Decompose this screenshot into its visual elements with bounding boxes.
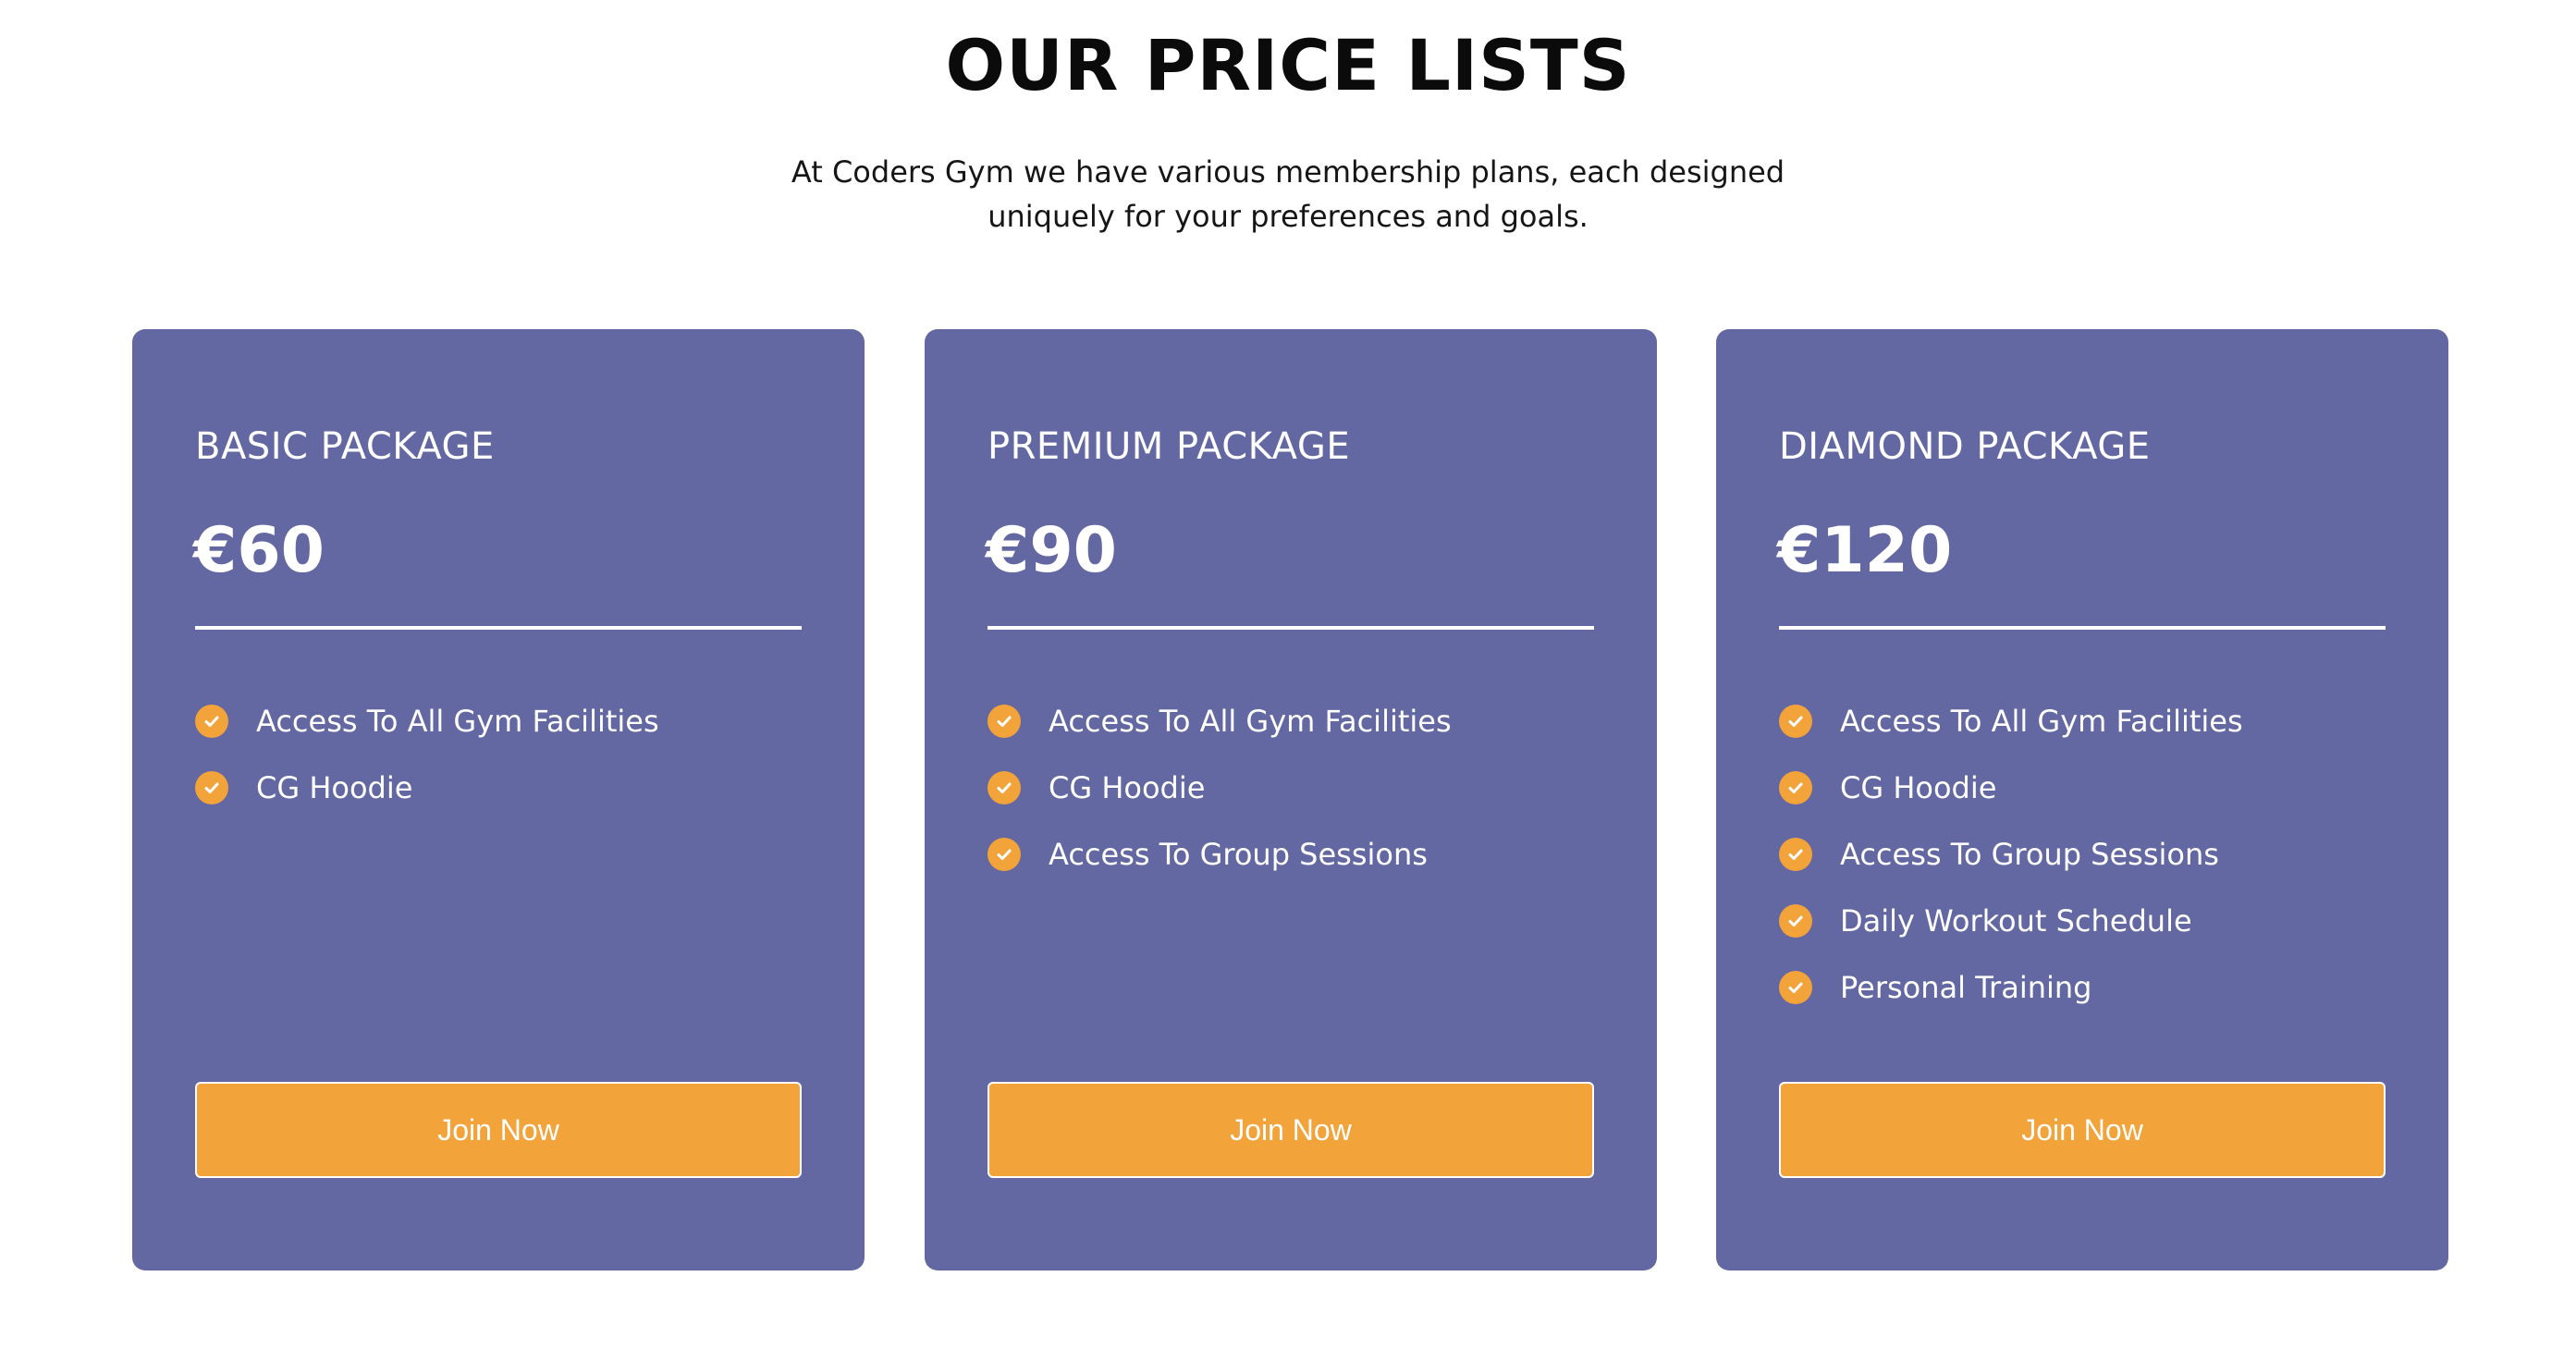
section-subtitle: At Coders Gym we have various membership…: [791, 154, 1785, 234]
feature-item: Daily Workout Schedule: [1779, 888, 2243, 954]
join-now-button[interactable]: Join Now: [1779, 1082, 2386, 1178]
feature-item: Access To All Gym Facilities: [1779, 688, 2243, 755]
check-circle-icon: [195, 771, 228, 804]
feature-item: CG Hoodie: [195, 755, 659, 821]
check-circle-icon: [987, 771, 1021, 804]
feature-list: Access To All Gym Facilities CG Hoodie: [195, 688, 659, 821]
feature-label: Access To Group Sessions: [1840, 837, 2219, 872]
feature-label: Access To All Gym Facilities: [1840, 704, 2243, 739]
package-name: DIAMOND PACKAGE: [1779, 425, 2151, 468]
check-circle-icon: [1779, 771, 1812, 804]
package-name: PREMIUM PACKAGE: [987, 425, 1351, 468]
package-name: BASIC PACKAGE: [195, 425, 495, 468]
feature-label: Access To All Gym Facilities: [256, 704, 659, 739]
join-now-button[interactable]: Join Now: [987, 1082, 1594, 1178]
feature-item: Access To Group Sessions: [987, 821, 1452, 888]
check-circle-icon: [1779, 971, 1812, 1004]
package-price: €120: [1777, 514, 1953, 587]
pricing-section: OUR PRICE LISTS At Coders Gym we have va…: [0, 0, 2576, 1350]
divider: [987, 626, 1594, 630]
pricing-card-diamond: DIAMOND PACKAGE €120 Access To All Gym F…: [1716, 329, 2448, 1270]
feature-item: CG Hoodie: [1779, 755, 2243, 821]
feature-label: CG Hoodie: [1049, 770, 1206, 805]
package-price: €90: [986, 514, 1117, 587]
check-circle-icon: [1779, 705, 1812, 738]
feature-item: Access To All Gym Facilities: [987, 688, 1452, 755]
join-now-button[interactable]: Join Now: [195, 1082, 802, 1178]
pricing-card-premium: PREMIUM PACKAGE €90 Access To All Gym Fa…: [925, 329, 1657, 1270]
feature-label: CG Hoodie: [1840, 770, 1997, 805]
check-circle-icon: [987, 705, 1021, 738]
divider: [195, 626, 802, 630]
divider: [1779, 626, 2386, 630]
feature-label: CG Hoodie: [256, 770, 413, 805]
feature-item: CG Hoodie: [987, 755, 1452, 821]
feature-label: Access To All Gym Facilities: [1049, 704, 1452, 739]
feature-label: Personal Training: [1840, 970, 2092, 1005]
feature-label: Access To Group Sessions: [1049, 837, 1428, 872]
feature-item: Access To All Gym Facilities: [195, 688, 659, 755]
package-price: €60: [193, 514, 325, 587]
page-title: OUR PRICE LISTS: [945, 24, 1631, 106]
check-circle-icon: [195, 705, 228, 738]
feature-list: Access To All Gym Facilities CG Hoodie A…: [1779, 688, 2243, 1021]
check-circle-icon: [1779, 838, 1812, 871]
feature-item: Access To Group Sessions: [1779, 821, 2243, 888]
feature-item: Personal Training: [1779, 954, 2243, 1021]
check-circle-icon: [1779, 904, 1812, 938]
check-circle-icon: [987, 838, 1021, 871]
feature-label: Daily Workout Schedule: [1840, 903, 2192, 939]
pricing-card-basic: BASIC PACKAGE €60 Access To All Gym Faci…: [132, 329, 865, 1270]
feature-list: Access To All Gym Facilities CG Hoodie A…: [987, 688, 1452, 888]
